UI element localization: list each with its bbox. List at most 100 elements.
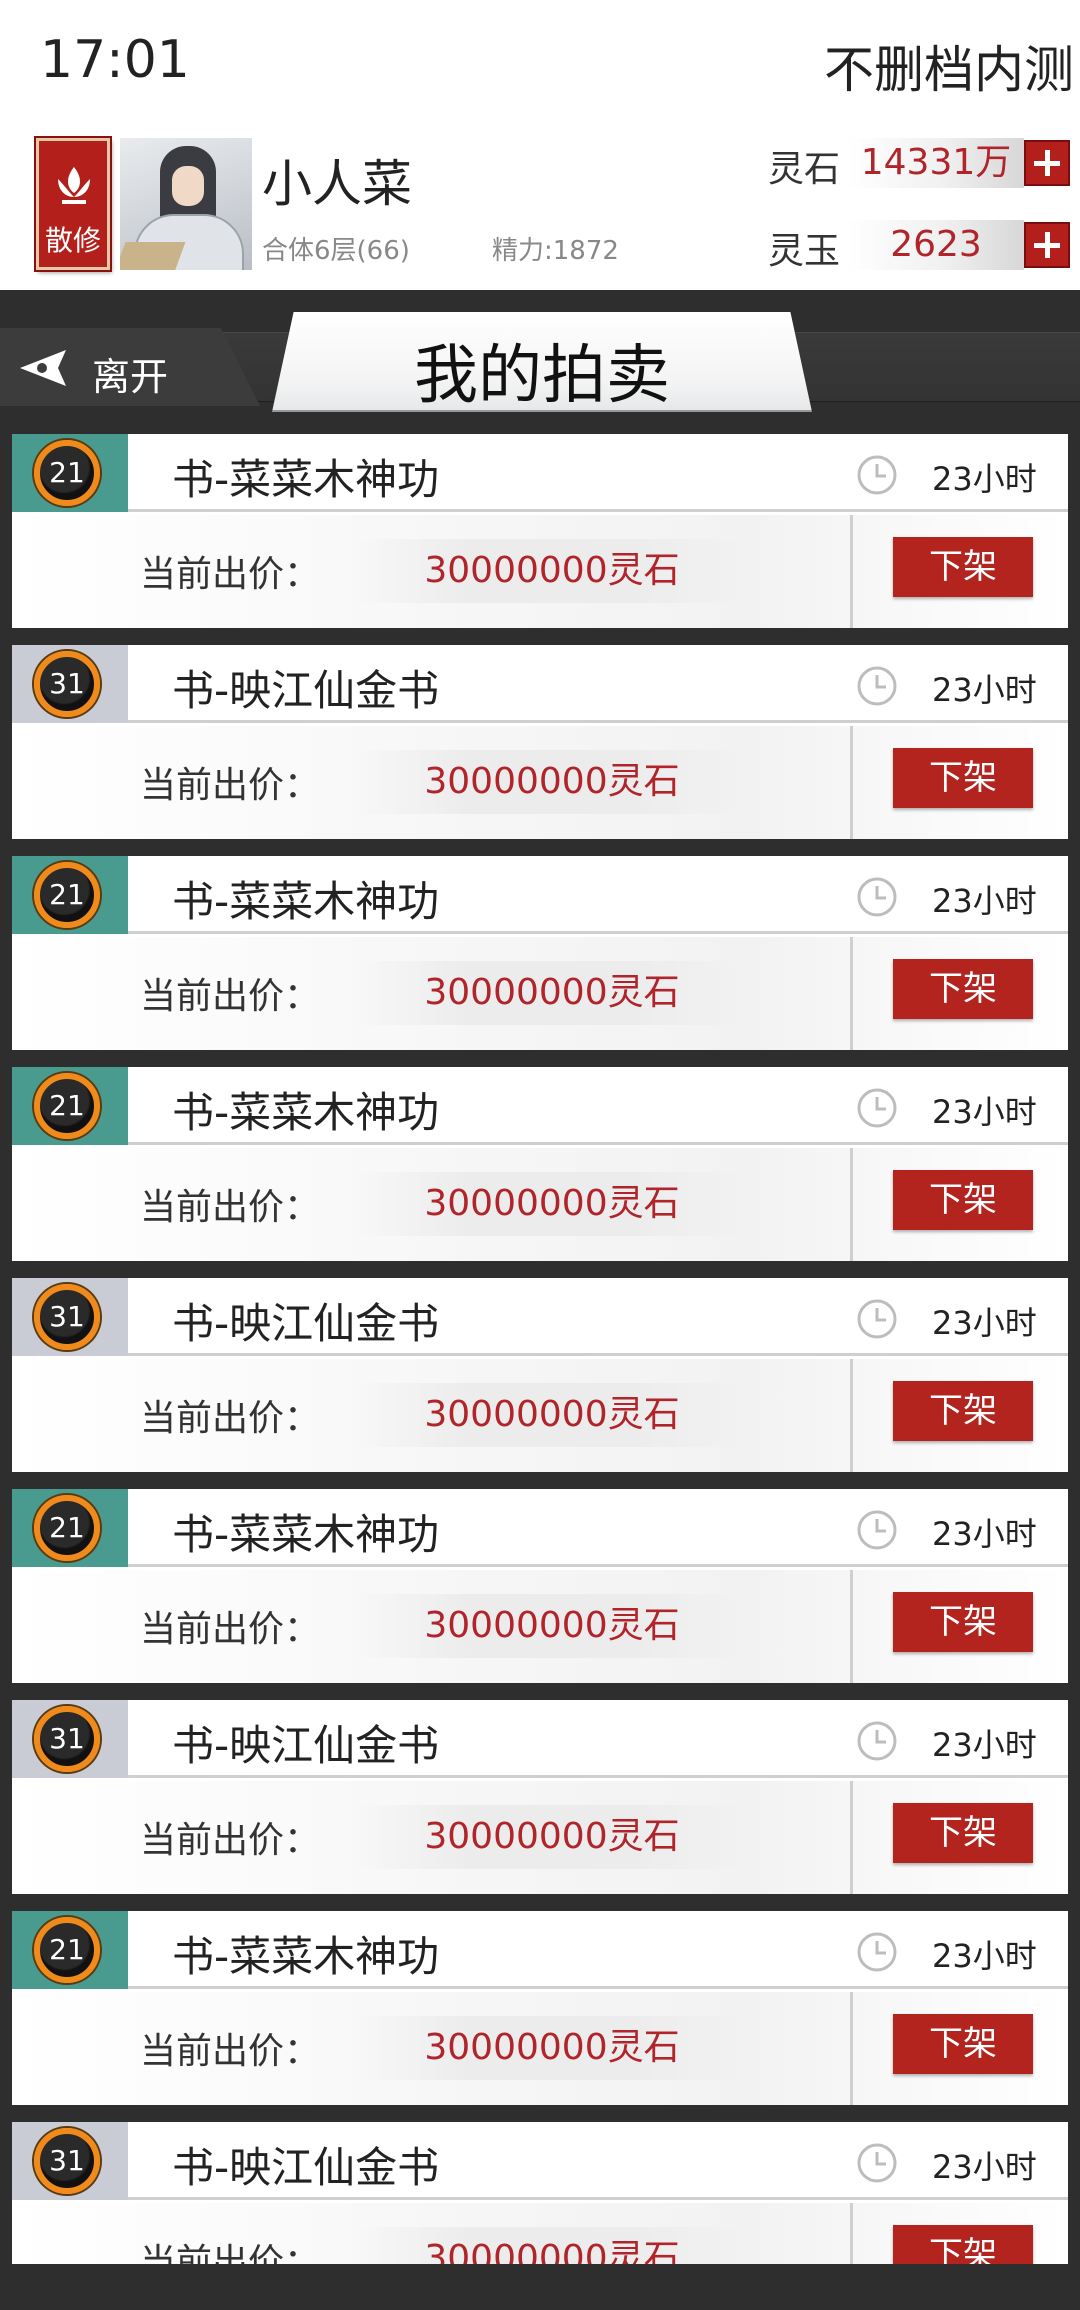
cultivation-realm: 合体6层(66) [262, 236, 410, 266]
time-remaining: 23小时 [932, 1726, 1037, 1764]
add-spirit-stone-button[interactable] [1024, 140, 1070, 186]
bid-value: 30000000灵石 [352, 2016, 752, 2080]
energy-stat: 精力:1872 [492, 236, 619, 266]
clock-icon [857, 455, 897, 495]
bid-label: 当前出价： [140, 976, 321, 1017]
delist-button[interactable]: 下架 [893, 2225, 1033, 2264]
leave-button[interactable]: 离开 [0, 328, 260, 406]
bid-label: 当前出价： [140, 1609, 321, 1650]
card-body: 当前出价： 30000000灵石 下架 [12, 515, 1068, 628]
time-remaining: 23小时 [932, 1093, 1037, 1131]
card-body: 当前出价： 30000000灵石 下架 [12, 937, 1068, 1050]
page-title: 我的拍卖 [414, 339, 670, 413]
back-arrow-icon [20, 350, 66, 386]
delist-button[interactable]: 下架 [893, 1803, 1033, 1863]
clock-icon [857, 1932, 897, 1972]
card-body: 当前出价： 30000000灵石 下架 [12, 726, 1068, 839]
player-name: 小人菜 [262, 155, 412, 213]
bid-value: 30000000灵石 [352, 1172, 752, 1236]
time-remaining: 23小时 [932, 1937, 1037, 1975]
item-name: 书-菜菜木神功 [172, 455, 440, 504]
level-badge: 31 [34, 651, 100, 717]
clock-icon [857, 1299, 897, 1339]
item-name: 书-映江仙金书 [172, 1721, 440, 1770]
card-header: 21 书-菜菜木神功 23小时 [12, 1489, 1068, 1567]
card-body: 当前出价： 30000000灵石 下架 [12, 1570, 1068, 1683]
delist-button[interactable]: 下架 [893, 1170, 1033, 1230]
card-header: 21 书-菜菜木神功 23小时 [12, 856, 1068, 934]
profile-header: 17:01 不删档内测 散修 小人菜 合体6层(66) 精力:1872 灵石 1… [0, 0, 1080, 290]
quality-tag: 31 [12, 1700, 128, 1778]
bid-value: 30000000灵石 [352, 961, 752, 1025]
card-header: 21 书-菜菜木神功 23小时 [12, 1911, 1068, 1989]
quality-tag: 21 [12, 1489, 128, 1567]
divider [850, 1359, 853, 1472]
card-body: 当前出价： 30000000灵石 下架 [12, 1781, 1068, 1894]
time-remaining: 23小时 [932, 1515, 1037, 1553]
divider [850, 1570, 853, 1683]
delist-button[interactable]: 下架 [893, 748, 1033, 808]
page-title-tab: 我的拍卖 [272, 312, 812, 412]
card-header: 31 书-映江仙金书 23小时 [12, 1700, 1068, 1778]
avatar[interactable] [120, 138, 252, 270]
delist-button[interactable]: 下架 [893, 1592, 1033, 1652]
item-name: 书-映江仙金书 [172, 2143, 440, 2192]
bid-label: 当前出价： [140, 1187, 321, 1228]
bid-label: 当前出价： [140, 765, 321, 806]
add-spirit-jade-button[interactable] [1024, 222, 1070, 268]
auction-card[interactable]: 31 书-映江仙金书 23小时 当前出价： 30000000灵石 下架 [12, 1700, 1068, 1894]
card-body: 当前出价： 30000000灵石 下架 [12, 1992, 1068, 2105]
auction-card[interactable]: 21 书-菜菜木神功 23小时 当前出价： 30000000灵石 下架 [12, 1067, 1068, 1261]
auction-card[interactable]: 31 书-映江仙金书 23小时 当前出价： 30000000灵石 下架 [12, 2122, 1068, 2264]
level-badge: 21 [34, 862, 100, 928]
sect-label: 散修 [44, 224, 101, 257]
bid-value: 30000000灵石 [352, 1594, 752, 1658]
bid-label: 当前出价： [140, 2242, 321, 2264]
spirit-jade-label: 灵玉 [768, 231, 841, 272]
quality-tag: 31 [12, 2122, 128, 2200]
item-name: 书-映江仙金书 [172, 1299, 440, 1348]
lotus-emblem-icon [58, 167, 90, 204]
auction-list[interactable]: 21 书-菜菜木神功 23小时 当前出价： 30000000灵石 下架 31 书… [12, 434, 1068, 2264]
divider [850, 726, 853, 839]
auction-card[interactable]: 31 书-映江仙金书 23小时 当前出价： 30000000灵石 下架 [12, 645, 1068, 839]
auction-card[interactable]: 21 书-菜菜木神功 23小时 当前出价： 30000000灵石 下架 [12, 1489, 1068, 1683]
card-body: 当前出价： 30000000灵石 下架 [12, 1148, 1068, 1261]
delist-button[interactable]: 下架 [893, 2014, 1033, 2074]
item-name: 书-菜菜木神功 [172, 1932, 440, 1981]
spirit-jade-value: 2623 [848, 220, 1024, 270]
divider [850, 515, 853, 628]
bid-label: 当前出价： [140, 554, 321, 595]
auction-card[interactable]: 31 书-映江仙金书 23小时 当前出价： 30000000灵石 下架 [12, 1278, 1068, 1472]
quality-tag: 21 [12, 1911, 128, 1989]
level-badge: 31 [34, 1284, 100, 1350]
divider [850, 1992, 853, 2105]
card-header: 21 书-菜菜木神功 23小时 [12, 434, 1068, 512]
auction-card[interactable]: 21 书-菜菜木神功 23小时 当前出价： 30000000灵石 下架 [12, 1911, 1068, 2105]
auction-card[interactable]: 21 书-菜菜木神功 23小时 当前出价： 30000000灵石 下架 [12, 434, 1068, 628]
sect-badge[interactable]: 散修 [34, 136, 112, 272]
server-name: 不删档内测 [824, 41, 1074, 99]
level-badge: 21 [34, 1917, 100, 1983]
delist-button[interactable]: 下架 [893, 959, 1033, 1019]
item-name: 书-菜菜木神功 [172, 1088, 440, 1137]
delist-button[interactable]: 下架 [893, 1381, 1033, 1441]
clock-icon [857, 1721, 897, 1761]
auction-card[interactable]: 21 书-菜菜木神功 23小时 当前出价： 30000000灵石 下架 [12, 856, 1068, 1050]
quality-tag: 31 [12, 645, 128, 723]
quality-tag: 31 [12, 1278, 128, 1356]
bid-label: 当前出价： [140, 1820, 321, 1861]
card-body: 当前出价： 30000000灵石 下架 [12, 1359, 1068, 1472]
clock-icon [857, 1088, 897, 1128]
time-remaining: 23小时 [932, 460, 1037, 498]
card-header: 21 书-菜菜木神功 23小时 [12, 1067, 1068, 1145]
bid-value: 30000000灵石 [352, 1805, 752, 1869]
leave-label: 离开 [92, 355, 169, 399]
divider [850, 1781, 853, 1894]
delist-button[interactable]: 下架 [893, 537, 1033, 597]
card-header: 31 书-映江仙金书 23小时 [12, 2122, 1068, 2200]
time-remaining: 23小时 [932, 1304, 1037, 1342]
item-name: 书-菜菜木神功 [172, 877, 440, 926]
bid-label: 当前出价： [140, 1398, 321, 1439]
clock-icon [857, 666, 897, 706]
